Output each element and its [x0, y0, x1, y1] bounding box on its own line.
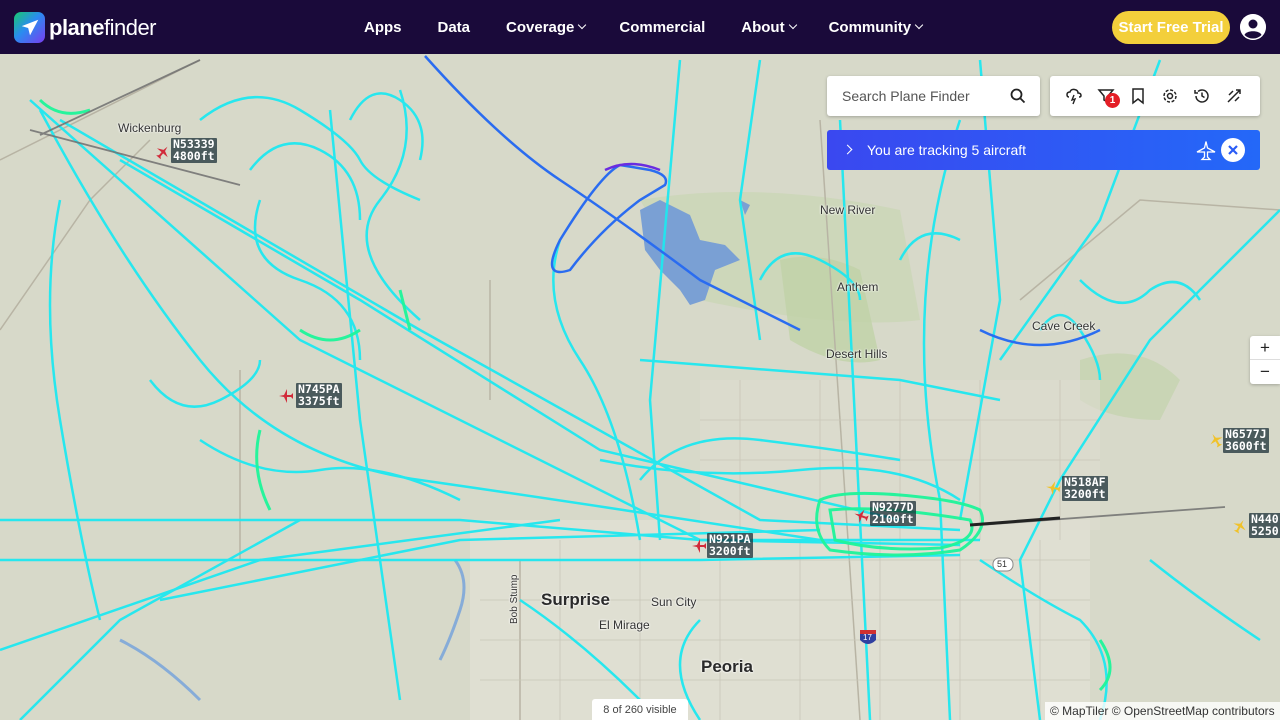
weather-icon[interactable]: [1065, 87, 1083, 105]
aircraft-label[interactable]: N440 5250: [1249, 513, 1280, 538]
tracking-banner[interactable]: You are tracking 5 aircraft: [827, 130, 1260, 170]
chevron-down-icon: [914, 20, 924, 30]
chevron-down-icon: [578, 20, 587, 30]
place-label: Wickenburg: [118, 121, 182, 135]
settings-icon[interactable]: [1161, 87, 1179, 105]
place-label: Desert Hills: [826, 347, 888, 361]
tracking-text: You are tracking 5 aircraft: [867, 142, 1027, 158]
airport-icon[interactable]: [1225, 87, 1243, 105]
aircraft-icon[interactable]: [278, 388, 294, 404]
aircraft-icon[interactable]: [853, 508, 869, 524]
aircraft-label[interactable]: N9277D 2100ft: [870, 501, 916, 526]
aircraft-icon[interactable]: [1045, 480, 1061, 496]
aircraft-icon[interactable]: [155, 144, 171, 160]
map-attribution[interactable]: © MapTiler © OpenStreetMap contributors: [1045, 702, 1280, 720]
plane-icon: [1196, 141, 1216, 161]
aircraft-label[interactable]: N6577J 3600ft: [1223, 428, 1269, 453]
user-account-icon[interactable]: [1240, 14, 1266, 40]
place-label: Peoria: [701, 657, 753, 676]
aircraft-label[interactable]: N921PA 3200ft: [707, 533, 753, 558]
place-label: El Mirage: [599, 618, 650, 632]
chevron-down-icon: [788, 20, 797, 30]
zoom-control: + −: [1250, 336, 1280, 384]
logo-text: planefinder: [49, 14, 157, 40]
place-label: New River: [820, 203, 876, 217]
aircraft-icon[interactable]: [1232, 518, 1248, 534]
aircraft-label[interactable]: N745PA 3375ft: [296, 383, 342, 408]
road-label: Bob Stump: [509, 574, 520, 624]
search-input[interactable]: [842, 88, 1002, 104]
logo-plane-icon: [14, 12, 45, 43]
start-free-trial-button[interactable]: Start Free Trial: [1112, 11, 1230, 44]
filter-count-badge: 1: [1105, 93, 1120, 108]
nav-coverage[interactable]: Coverage: [506, 19, 587, 36]
map-toolbar: [1050, 76, 1260, 116]
planefinder-logo[interactable]: planefinder: [14, 12, 157, 43]
zoom-out-button[interactable]: −: [1250, 360, 1280, 384]
close-icon: [1228, 145, 1238, 155]
aircraft-label[interactable]: N53339 4800ft: [171, 138, 217, 163]
chevron-right-icon[interactable]: [842, 144, 853, 155]
aircraft-label[interactable]: N518AF 3200ft: [1062, 476, 1108, 501]
highway-shield-label: 51: [997, 559, 1008, 569]
nav-commercial[interactable]: Commercial: [619, 19, 705, 36]
nav-about[interactable]: About: [741, 19, 797, 36]
place-label: Surprise: [541, 590, 610, 609]
search-box[interactable]: [827, 76, 1040, 116]
history-icon[interactable]: [1193, 87, 1211, 105]
place-label: Cave Creek: [1032, 319, 1096, 333]
nav-community[interactable]: Community: [829, 19, 924, 36]
nav-data[interactable]: Data: [438, 19, 471, 36]
place-label: Sun City: [651, 595, 697, 609]
close-tracking-button[interactable]: [1221, 138, 1245, 162]
highway-shield-label: 17: [863, 633, 872, 642]
aircraft-icon[interactable]: [1208, 432, 1224, 448]
nav-apps[interactable]: Apps: [364, 19, 402, 36]
bookmark-icon[interactable]: [1129, 87, 1147, 105]
top-navbar: planefinder Apps Data Coverage Commercia…: [0, 0, 1280, 54]
aircraft-icon[interactable]: [691, 538, 707, 554]
place-label: Anthem: [837, 280, 879, 294]
zoom-in-button[interactable]: +: [1250, 336, 1280, 360]
visible-aircraft-count: 8 of 260 visible: [592, 699, 688, 720]
search-icon[interactable]: [1010, 88, 1026, 104]
main-nav: Apps Data Coverage Commercial About Comm…: [364, 0, 924, 54]
